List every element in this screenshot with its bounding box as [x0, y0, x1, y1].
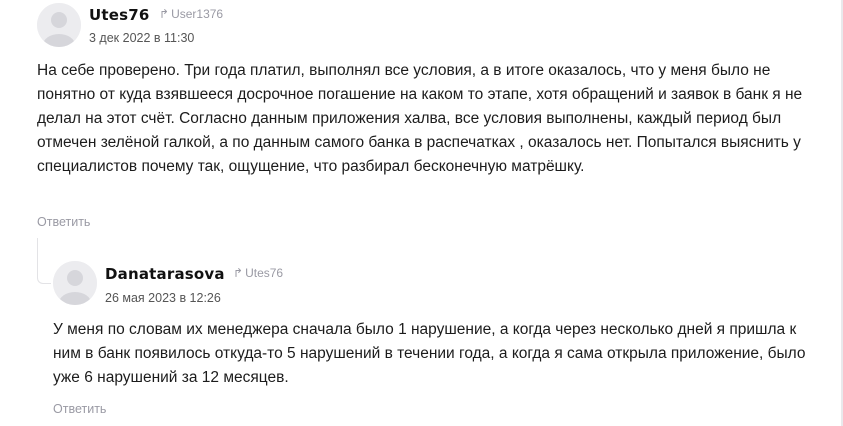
- avatar[interactable]: [37, 3, 81, 47]
- reply-arrow-icon: ↱: [159, 7, 170, 21]
- comment-author[interactable]: Utes76: [89, 6, 150, 24]
- comment: Utes76 ↱ User1376 3 дек 2022 в 11:30 На …: [0, 0, 843, 240]
- reply-arrow-icon: ↱: [233, 266, 244, 280]
- reply-to-user: Utes76: [245, 266, 284, 280]
- comment-text: У меня по словам их менеджера сначала бы…: [53, 321, 806, 386]
- reply-button[interactable]: Ответить: [37, 215, 90, 229]
- reply-button[interactable]: Ответить: [53, 402, 106, 416]
- comment-author[interactable]: Danatarasova: [105, 265, 225, 283]
- user-avatar-icon: [53, 261, 97, 305]
- comment-date: 3 дек 2022 в 11:30: [89, 31, 195, 45]
- avatar[interactable]: [53, 261, 97, 305]
- user-avatar-icon: [37, 3, 81, 47]
- comment-text: На себе проверено. Три года платил, выпо…: [37, 62, 803, 175]
- reply-to-link[interactable]: ↱ User1376: [159, 7, 223, 21]
- reply-to-user: User1376: [171, 7, 224, 21]
- reply-to-link[interactable]: ↱ Utes76: [233, 266, 283, 280]
- comment-date: 26 мая 2023 в 12:26: [105, 291, 221, 305]
- reply-comment: Danatarasova ↱ Utes76 26 мая 2023 в 12:2…: [0, 255, 843, 426]
